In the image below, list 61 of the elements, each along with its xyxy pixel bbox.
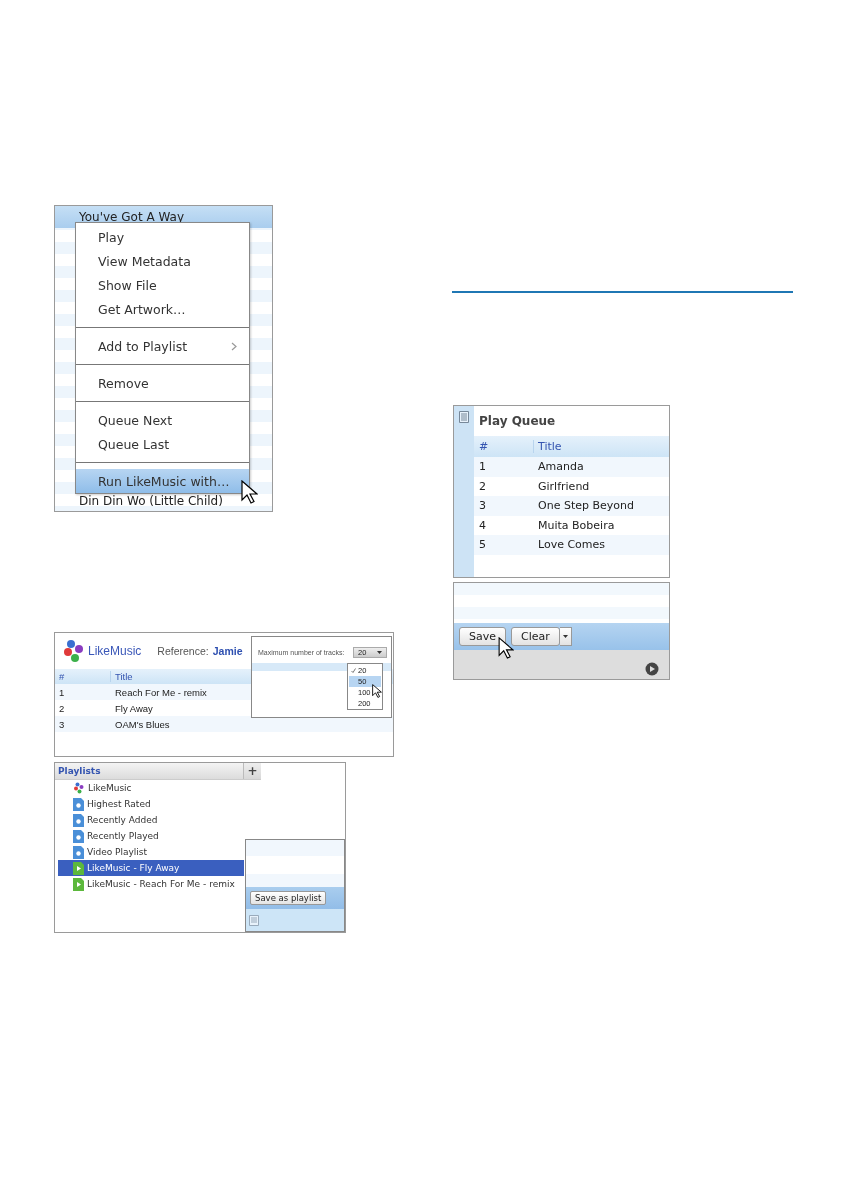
clear-button[interactable]: Clear [511, 627, 560, 646]
save-button[interactable]: Save [459, 627, 506, 646]
list-row[interactable]: Din Din Wo (Little Child) [55, 493, 272, 511]
menu-item[interactable]: Get Artwork… [76, 297, 249, 321]
table-cell: Muita Bobeira [538, 518, 615, 532]
table-cell-text: 2 [58, 702, 66, 714]
play-playlist-icon [73, 861, 84, 875]
table-cell: One Step Beyond [538, 499, 634, 513]
chevron-icon [231, 341, 237, 351]
document-icon [459, 411, 469, 423]
playlist-item[interactable]: LikeMusic - Fly Away [58, 860, 244, 876]
panel-title: Play Queue [478, 413, 557, 430]
logo-text: LikeMusic [88, 644, 142, 658]
save-as-playlist-button[interactable]: Save as playlist [250, 891, 327, 905]
table-cell: Girlfriend [538, 479, 590, 493]
smart-playlist-icon [73, 845, 84, 859]
logo-icon [63, 639, 85, 663]
column-header[interactable]: Title [538, 440, 562, 453]
player-logo-icon [645, 662, 659, 676]
document-icon [249, 914, 259, 926]
column-header[interactable]: # [55, 671, 111, 682]
table-cell-text: 4 [478, 518, 487, 532]
smart-playlist-icon [73, 797, 84, 811]
panel-title: Playlists [57, 766, 101, 776]
table-cell-text: 3 [478, 499, 487, 513]
table-cell-text: 3 [58, 718, 66, 730]
add-button[interactable]: + [243, 763, 261, 779]
table-cell-text: 1 [478, 460, 487, 474]
menu-item[interactable]: Play [76, 225, 249, 249]
reference-value: Jamie [212, 645, 243, 657]
playlist-item[interactable]: Recently Added [73, 812, 158, 828]
table-cell: Love Comes [538, 538, 606, 552]
menu-item[interactable]: Queue Last [76, 432, 249, 456]
table-cell-text: 2 [478, 479, 487, 493]
reference-label: Reference: [157, 645, 209, 657]
menu-item[interactable]: Add to Playlist [76, 334, 249, 358]
table-cell: Fly Away [115, 702, 153, 714]
menu-item[interactable]: Run LikeMusic with… [76, 469, 249, 493]
menu-item[interactable]: Remove [76, 371, 249, 395]
table-cell-text: 5 [478, 538, 487, 552]
column-header[interactable]: # [474, 440, 534, 453]
logo-icon [73, 782, 85, 794]
play-playlist-icon [73, 877, 84, 891]
table-cell: Reach For Me - remix [115, 686, 207, 698]
playlist-item[interactable]: LikeMusic - Reach For Me - remix [73, 876, 235, 892]
table-cell: OAM's Blues [115, 718, 170, 730]
caret-icon [562, 635, 568, 638]
cursor-icon [498, 637, 514, 659]
menu-item[interactable]: Show File [76, 273, 249, 297]
smart-playlist-icon [73, 829, 84, 843]
playlist-item[interactable]: LikeMusic [73, 780, 132, 796]
table-cell: Amanda [538, 460, 584, 474]
menu-item[interactable]: Queue Next [76, 408, 249, 432]
playlist-item[interactable]: Highest Rated [73, 796, 151, 812]
menu-item[interactable]: View Metadata [76, 249, 249, 273]
playlist-item[interactable]: Recently Played [73, 828, 159, 844]
caret-icon [377, 650, 382, 654]
playlist-item[interactable]: Video Playlist [73, 844, 148, 860]
smart-playlist-icon [73, 813, 84, 827]
column-header[interactable]: Title [115, 671, 133, 682]
table-cell-text: 1 [58, 686, 66, 698]
